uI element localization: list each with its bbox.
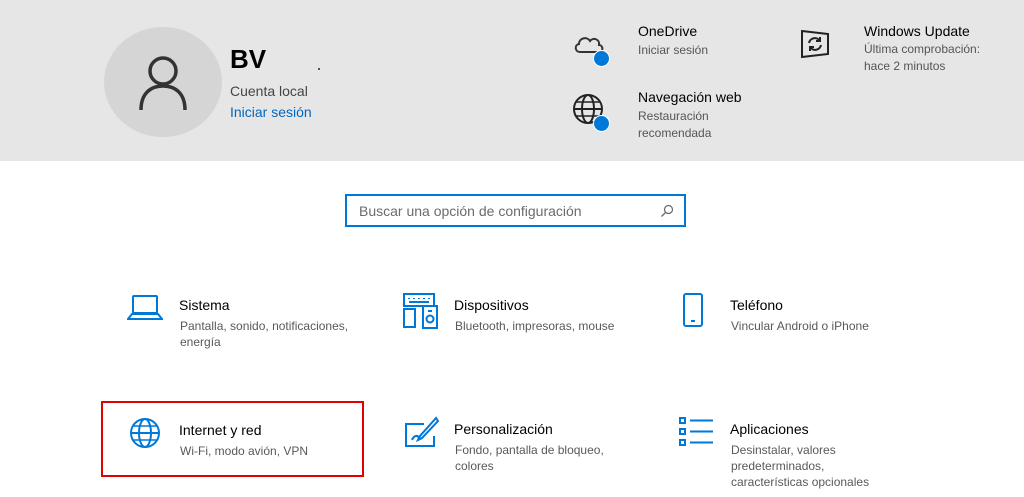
onedrive-title: OneDrive [638,23,698,39]
account-header: BV Cuenta local Iniciar sesión OneDrive … [0,0,1024,161]
account-initials: BV [230,44,267,74]
category-title: Sistema [179,297,230,313]
category-title: Teléfono [730,297,783,313]
windows-update-title: Windows Update [864,23,970,39]
devices-icon [403,293,438,329]
category-description-line1: Fondo, pantalla de bloqueo, [455,443,604,457]
category-description-line2: colores [455,459,494,473]
category-description-line1: Desinstalar, valores [731,443,836,457]
web-browsing-status-line2: recomendada [638,126,712,140]
globe-icon [130,418,160,448]
category-personalizacion[interactable]: Personalización Fondo, pantalla de bloqu… [398,414,638,478]
category-sistema[interactable]: Sistema Pantalla, sonido, notificaciones… [122,290,362,354]
windows-update-status-line2: hace 2 minutos [864,59,946,73]
category-internet-y-red[interactable]: Internet y red Wi-Fi, modo avión, VPN [122,414,358,470]
phone-icon [683,293,703,327]
category-title: Personalización [454,421,553,437]
windows-update-status-line1: Última comprobación: [864,42,981,56]
onedrive-item[interactable]: OneDrive Iniciar sesión [570,20,730,68]
category-description-line1: Bluetooth, impresoras, mouse [455,319,615,333]
web-browsing-item[interactable]: Navegación web Restauración recomendada [570,86,770,144]
category-description-line2: predeterminados, [731,459,825,473]
category-aplicaciones[interactable]: Aplicaciones Desinstalar, valores predet… [675,414,915,494]
apps-list-icon [679,417,713,446]
category-title: Dispositivos [454,297,529,313]
account-type: Cuenta local [230,83,308,99]
user-icon [139,56,187,111]
refresh-icon [801,29,829,59]
category-telefono[interactable]: Teléfono Vincular Android o iPhone [675,290,915,354]
category-description-line1: Vincular Android o iPhone [731,319,869,333]
paint-icon [405,416,440,447]
settings-search-box[interactable] [345,194,686,227]
onedrive-subtitle: Iniciar sesión [638,43,709,57]
category-description-line3: características opcionales [731,475,870,489]
web-browsing-title: Navegación web [638,89,742,105]
onedrive-status-badge [593,50,610,67]
category-description-line1: Wi-Fi, modo avión, VPN [180,444,309,458]
avatar[interactable] [104,27,222,137]
category-title: Internet y red [179,422,262,438]
web-browsing-status-line1: Restauración [638,109,709,123]
web-browsing-status-badge [593,115,610,132]
decorative-dot [318,68,320,70]
windows-update-item[interactable]: Windows Update Última comprobación: hace… [795,20,995,76]
search-input[interactable] [347,196,659,225]
category-dispositivos[interactable]: Dispositivos Bluetooth, impresoras, mous… [398,290,638,354]
laptop-icon [127,295,163,320]
category-description-line1: Pantalla, sonido, notificaciones, [180,319,349,333]
category-title: Aplicaciones [730,421,809,437]
sign-in-link[interactable]: Iniciar sesión [230,104,312,120]
category-description-line2: energía [180,335,221,349]
search-icon[interactable] [660,204,674,218]
